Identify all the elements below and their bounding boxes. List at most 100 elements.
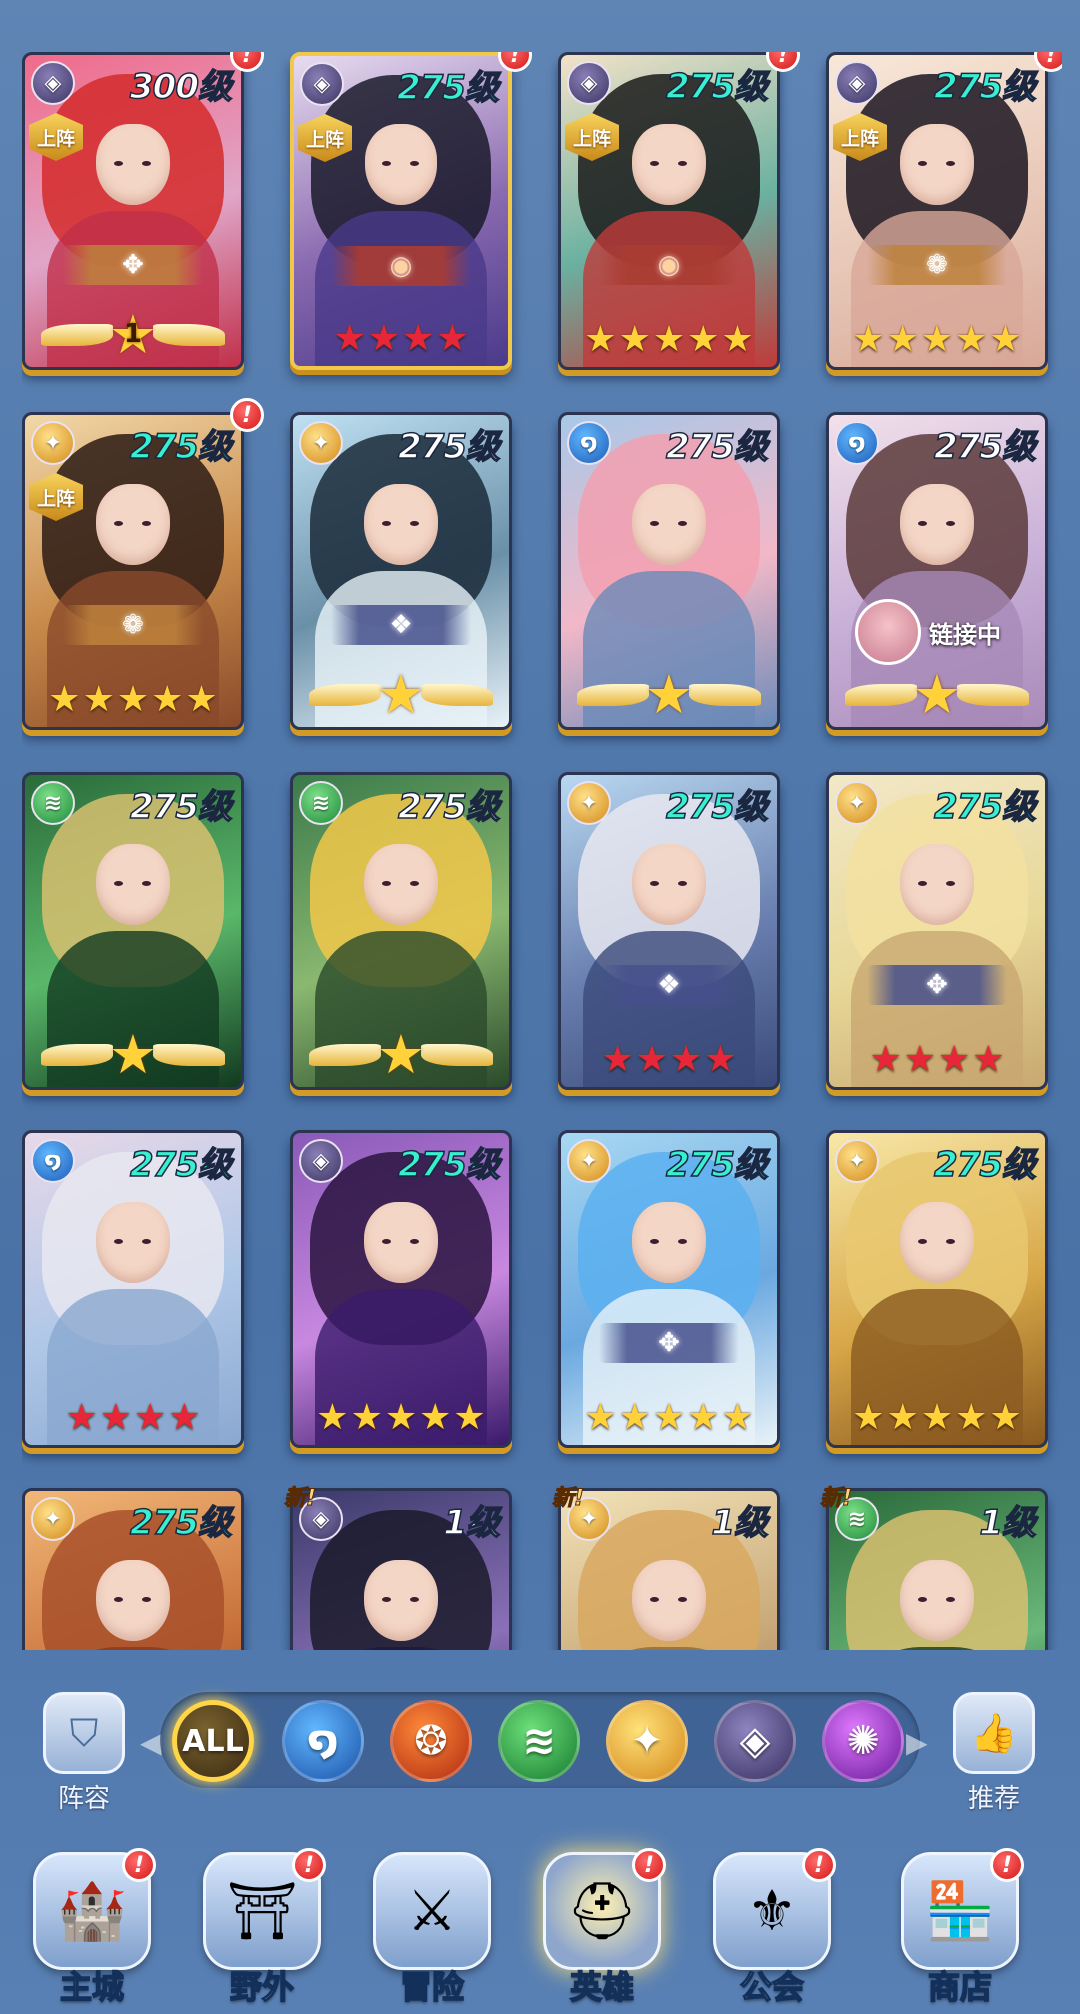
filter-wind-icon[interactable]: ≋ <box>498 1700 580 1782</box>
filter-all-icon[interactable]: ALL <box>172 1700 254 1782</box>
hero-card[interactable]: ◈ 1级 <box>290 1488 512 1650</box>
star-icon: ★ <box>384 1397 418 1438</box>
hero-card[interactable]: ✦ 275级 ★ ★ ★ ★ ★ <box>826 1130 1048 1448</box>
hero-eye <box>677 881 687 887</box>
hero-eye <box>945 1597 955 1603</box>
star-icon: ★ <box>618 319 651 360</box>
star-icon: ★ <box>436 318 469 359</box>
star-rating: ★ ★ ★ ★ ★ <box>25 677 241 723</box>
hero-level: 275级 <box>129 786 232 828</box>
hero-eye <box>649 881 659 887</box>
nav-item-4[interactable]: ⚜ 公会! <box>702 1848 842 2012</box>
hero-card[interactable]: ໑ 275级 ★ ★ ★ ★ <box>22 1130 244 1448</box>
nav-item-1[interactable]: ⛩ 野外! <box>192 1848 332 2012</box>
hero-face <box>632 1559 706 1641</box>
hero-eye <box>917 881 927 887</box>
star-icon: ★ <box>99 1397 132 1438</box>
hero-face <box>96 1201 170 1283</box>
hero-level: 275级 <box>933 786 1036 828</box>
hero-card[interactable]: ◈ 300级 上阵 ✥ ★ 1 <box>22 52 244 370</box>
hero-card[interactable]: ໑ 275级 链接中 ★ <box>826 412 1048 730</box>
star-icon: ★ <box>955 319 988 360</box>
hero-level: 275级 <box>129 1144 232 1186</box>
hero-eye <box>113 1597 123 1603</box>
hero-card[interactable]: ໑ 275级 ★ <box>558 412 780 730</box>
hero-face <box>900 123 974 205</box>
hero-card[interactable]: ◈ 275级 上阵 ◉ ★ ★ ★ ★ <box>290 52 512 370</box>
star-icon: ★ <box>618 1397 651 1438</box>
hero-emblem-icon: ✥ <box>867 965 1007 1005</box>
star-icon: ★ <box>687 319 720 360</box>
hero-eye <box>381 881 391 887</box>
hero-eye <box>409 521 419 527</box>
hero-card[interactable]: ✦ 275级 上阵 ❁ ★ ★ ★ ★ ★ <box>22 412 244 730</box>
winged-star-rank: ★ <box>25 1027 241 1083</box>
hero-emblem-icon: ❖ <box>599 965 739 1005</box>
wing-right-icon <box>421 684 494 706</box>
hero-eye <box>917 521 927 527</box>
hero-level: 1级 <box>443 1502 501 1544</box>
hero-eye <box>649 161 659 167</box>
nav-label: 英雄 <box>569 1967 635 2007</box>
nav-item-3[interactable]: ⛑ 英雄! <box>532 1848 672 2012</box>
hero-card[interactable]: ✦ 275级 ❖ ★ ★ ★ ★ <box>558 772 780 1090</box>
hero-eye <box>113 881 123 887</box>
wing-right-icon <box>957 684 1030 706</box>
hero-level: 275级 <box>397 426 500 468</box>
filter-water-icon[interactable]: ໑ <box>282 1700 364 1782</box>
hero-card[interactable]: ◈ 275级 上阵 ◉ ★ ★ ★ ★ ★ <box>558 52 780 370</box>
star-rating: ★ ★ ★ ★ ★ <box>561 1395 777 1441</box>
hero-card[interactable]: ≋ 1级 <box>826 1488 1048 1650</box>
lineup-button[interactable]: ⛉ 阵容 <box>34 1692 134 1814</box>
star-icon: ★ <box>687 1397 720 1438</box>
star-icon: ★ <box>721 1397 754 1438</box>
hero-card[interactable]: ✦ 275级 ✥ ★ ★ ★ ★ ★ <box>558 1130 780 1448</box>
hero-card[interactable]: ✦ 1级 <box>558 1488 780 1650</box>
shield-icon: ⛉ <box>43 1692 125 1774</box>
hero-eye <box>677 161 687 167</box>
nav-item-0[interactable]: 🏰 主城! <box>22 1848 162 2012</box>
hero-card[interactable]: ✦ 275级 ❖ ★ <box>290 412 512 730</box>
filter-light-icon[interactable]: ✦ <box>606 1700 688 1782</box>
hero-card[interactable]: ◈ 275级 上阵 ❁ ★ ★ ★ ★ ★ <box>826 52 1048 370</box>
nav-item-2[interactable]: ⚔ 冒险 <box>362 1852 502 2012</box>
hero-eye <box>113 161 123 167</box>
rank-number: 1 <box>123 319 143 349</box>
wing-right-icon <box>421 1044 494 1066</box>
scroll-left-arrow-icon[interactable]: ◀ <box>140 1726 162 1759</box>
star-icon: ★ <box>419 1397 452 1438</box>
hero-card[interactable]: ✦ 275级 ✥ ★ ★ ★ ★ <box>826 772 1048 1090</box>
light-element-icon: ✦ <box>299 421 343 465</box>
hero-level: 275级 <box>933 66 1036 108</box>
scroll-right-arrow-icon[interactable]: ▶ <box>906 1726 928 1759</box>
filter-dark-icon[interactable]: ◈ <box>714 1700 796 1782</box>
wing-left-icon <box>40 1044 113 1066</box>
hero-card[interactable]: ≋ 275级 ★ <box>290 772 512 1090</box>
recommend-button[interactable]: 👍 推荐 <box>944 1692 1044 1814</box>
star-icon: ★ <box>333 318 366 359</box>
star-icon: ★ <box>453 1397 486 1438</box>
wing-right-icon <box>153 1044 226 1066</box>
hero-emblem-icon: ✥ <box>63 245 203 285</box>
nav-item-5[interactable]: 🏪 商店! <box>890 1848 1030 2012</box>
hero-eye <box>141 521 151 527</box>
dark-element-icon: ◈ <box>299 1139 343 1183</box>
hero-card[interactable]: ≋ 275级 ★ <box>22 772 244 1090</box>
hero-level: 1级 <box>711 1502 769 1544</box>
hero-face <box>96 123 170 205</box>
light-element-icon: ✦ <box>31 421 75 465</box>
hero-face <box>96 1559 170 1641</box>
filter-fire-icon[interactable]: ❂ <box>390 1700 472 1782</box>
hero-grid: ◈ 300级 上阵 ✥ ★ 1! ◈ 275级 上阵 ◉ ★ ★ ★ ★! ◈ 275级 上阵 ◉ ★ ★ ★ ★ ★! ◈ 2… <box>22 52 1062 1650</box>
star-icon: ★ <box>151 679 184 720</box>
hero-level: 275级 <box>397 786 500 828</box>
star-rating: ★ ★ ★ ★ ★ <box>829 1395 1045 1441</box>
light-element-icon: ✦ <box>835 781 879 825</box>
filter-arcane-icon[interactable]: ✺ <box>822 1700 904 1782</box>
hero-emblem-icon: ✥ <box>599 1323 739 1363</box>
hero-card[interactable]: ◈ 275级 ★ ★ ★ ★ ★ <box>290 1130 512 1448</box>
hero-card[interactable]: ✦ 275级 <box>22 1488 244 1650</box>
winged-star-rank: ★ <box>293 667 509 723</box>
light-element-icon: ✦ <box>567 1139 611 1183</box>
star-icon: ★ <box>652 1397 686 1438</box>
